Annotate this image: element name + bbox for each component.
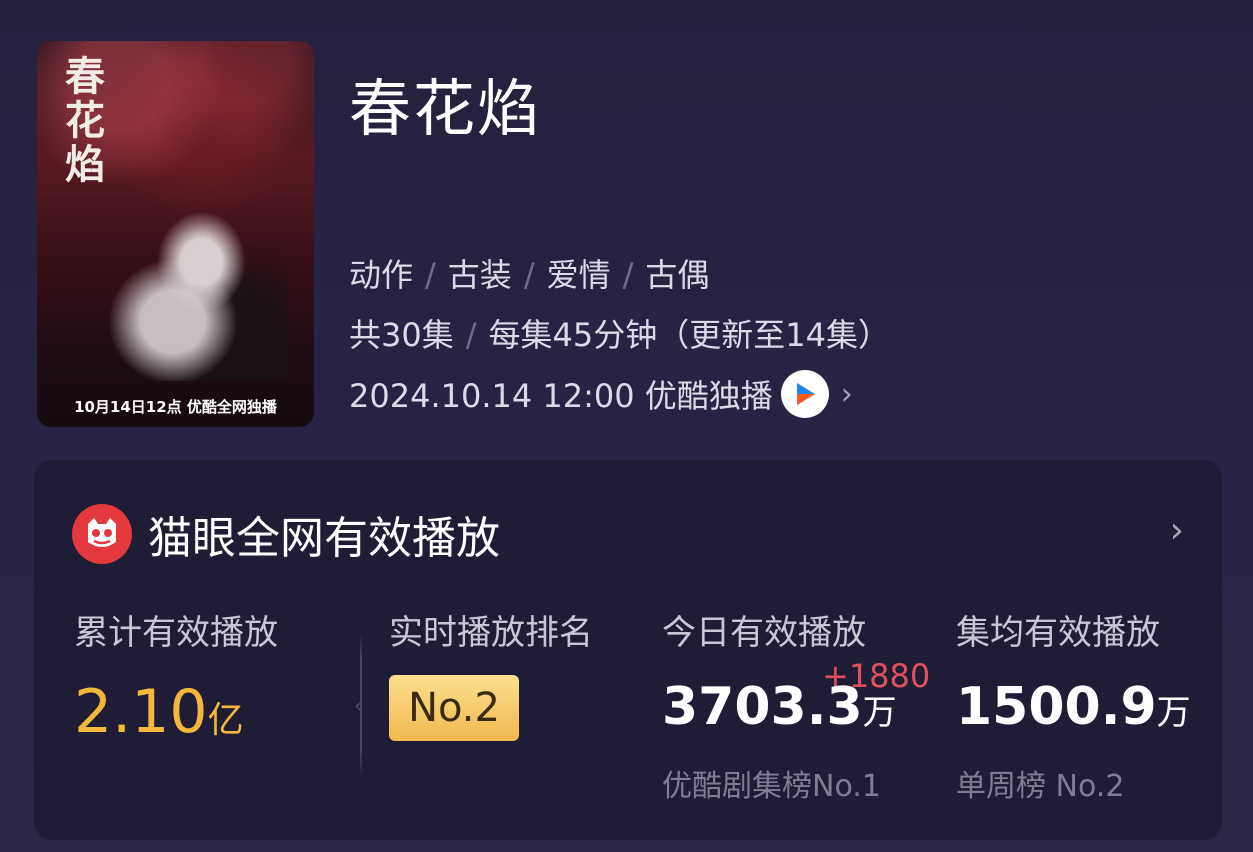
stat-label: 集均有效播放 [956,613,1160,653]
stat-today: 今日有效播放 +1880 3703.3万 优酷剧集榜No.1 [662,605,930,804]
chevron-right-icon[interactable]: › [1170,510,1184,551]
maoyan-stats-card[interactable]: 猫眼全网有效播放 › 累计有效播放 2.10亿 ‹ 实时播放排名 No.2 今日… [34,460,1222,840]
release-row[interactable]: 2024.10.14 12:00 优酷独播 › [349,370,853,418]
chevron-right-icon: › [840,376,853,412]
separator: / [622,256,634,294]
stat-number: 2.10 [74,677,208,747]
poster-caption: 10月14日12点 优酷全网独播 [74,398,277,416]
youku-icon [780,370,829,418]
stat-value: 3703.3万 [662,677,897,737]
separator: / [425,256,436,294]
genre-tag[interactable]: 爱情 [547,256,611,294]
stat-subtext: 单周榜 No.2 [956,769,1125,804]
separator: / [523,256,535,294]
stat-unit: 万 [1156,693,1191,733]
genre-tag[interactable]: 古装 [448,256,512,294]
stat-label: 实时播放排名 [389,613,593,653]
stat-average: 集均有效播放 1500.9万 单周榜 No.2 [956,605,1191,804]
episode-info: 共30集 / 每集45分钟（更新至14集） [349,310,890,356]
genre-list: 动作 / 古装 / 爱情 / 古偶 [349,250,709,296]
stat-unit: 亿 [207,700,244,741]
stat-label: 累计有效播放 [74,613,278,653]
separator: / [465,316,477,354]
stat-unit: 万 [862,693,897,733]
stat-subtext: 优酷剧集榜No.1 [662,769,881,804]
rank-badge: No.2 [389,675,519,741]
genre-tag[interactable]: 古偶 [645,256,709,294]
poster-image[interactable]: 春花焰 10月14日12点 优酷全网独播 [37,41,314,427]
episode-detail: 每集45分钟（更新至14集） [488,316,890,354]
stat-cumulative: 累计有效播放 2.10亿 [74,605,278,747]
stat-number: 3703.3 [662,677,863,737]
stat-value: 2.10亿 [74,677,244,747]
show-title: 春花焰 [349,72,542,145]
stat-rank: 实时播放排名 No.2 [389,605,593,741]
stat-value: 1500.9万 [956,677,1191,737]
poster-figures [97,211,287,381]
poster-title: 春花焰 [65,53,105,188]
episode-total: 共30集 [349,316,454,354]
stat-label: 今日有效播放 [662,613,866,653]
genre-tag[interactable]: 动作 [349,256,413,294]
release-text: 2024.10.14 12:00 优酷独播 [349,377,773,415]
card-title: 猫眼全网有效播放 [148,513,500,564]
maoyan-cat-icon [72,504,132,564]
stat-number: 1500.9 [956,677,1157,737]
card-header: 猫眼全网有效播放 [72,502,500,566]
divider-notch-icon: ‹ [354,694,363,719]
